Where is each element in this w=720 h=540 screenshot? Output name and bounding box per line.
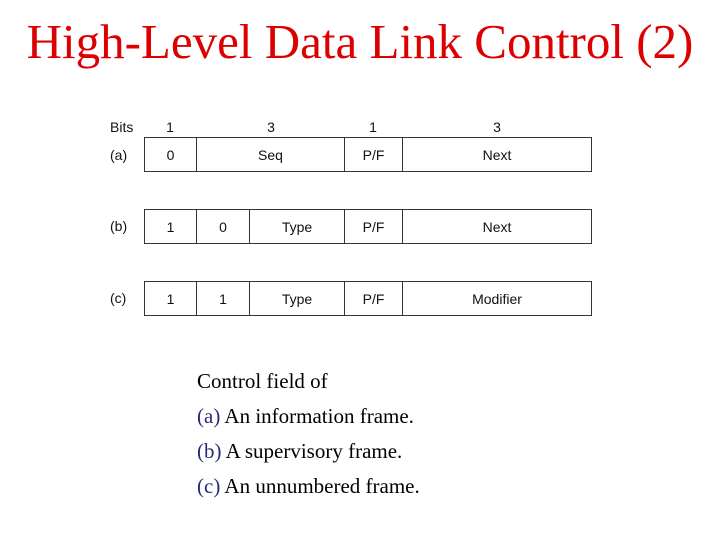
- field-cell: 1: [197, 282, 250, 315]
- caption-item-prefix: (c): [197, 474, 221, 498]
- field-cell: 1: [145, 210, 197, 243]
- field-cell: Next: [482, 218, 512, 235]
- field-cell: Type: [250, 210, 345, 243]
- row-label-a: (a): [110, 147, 128, 163]
- field-cell: Type: [250, 282, 345, 315]
- bit-width-header: 1: [369, 119, 377, 135]
- caption-item-text: An information frame.: [220, 404, 414, 428]
- bits-label: Bits: [110, 119, 134, 135]
- frame-row-supervisory: 1 0 Type P/F Next: [144, 209, 592, 244]
- bit-width-header: 3: [493, 119, 501, 135]
- field-cell: Modifier: [472, 290, 522, 307]
- figure-caption: Control field of (a) An information fram…: [197, 364, 420, 504]
- caption-heading: Control field of: [197, 369, 328, 393]
- row-label-b: (b): [110, 218, 128, 234]
- frame-row-information: 0 Seq P/F Next: [144, 137, 592, 172]
- caption-item-text: A supervisory frame.: [221, 439, 403, 463]
- caption-item-prefix: (b): [197, 439, 222, 463]
- bit-width-header: 1: [166, 119, 174, 135]
- caption-item: (a) An information frame.: [197, 399, 420, 434]
- field-cell: 0: [145, 138, 197, 171]
- caption-item-prefix: (a): [197, 404, 221, 428]
- field-cell: P/F: [345, 210, 403, 243]
- caption-item: (c) An unnumbered frame.: [197, 469, 420, 504]
- field-cell: Next: [482, 146, 512, 163]
- field-cell: P/F: [345, 138, 403, 171]
- field-cell: 1: [145, 282, 197, 315]
- bit-width-header: 3: [267, 119, 275, 135]
- row-label-c: (c): [110, 290, 127, 306]
- caption-item: (b) A supervisory frame.: [197, 434, 420, 469]
- frame-row-unnumbered: 1 1 Type P/F Modifier: [144, 281, 592, 316]
- field-cell: 0: [197, 210, 250, 243]
- field-cell: Seq: [197, 138, 345, 171]
- caption-item-text: An unnumbered frame.: [220, 474, 420, 498]
- field-cell: P/F: [345, 282, 403, 315]
